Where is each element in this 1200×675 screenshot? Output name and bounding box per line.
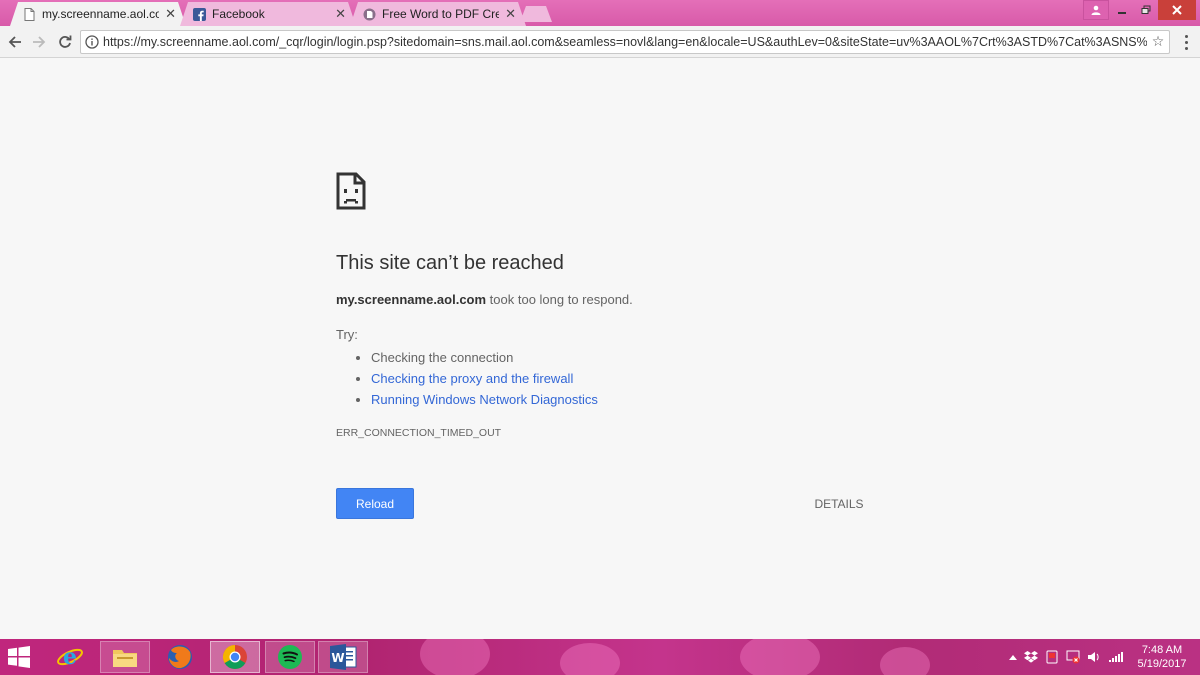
- address-text[interactable]: https://my.screenname.aol.com/_cqr/login…: [103, 35, 1147, 49]
- wallpaper-flower: [560, 643, 620, 675]
- taskbar-word[interactable]: W: [318, 641, 368, 673]
- taskbar-firefox[interactable]: [155, 641, 205, 673]
- tab-aol[interactable]: my.screenname.aol.com ✕: [10, 2, 186, 26]
- windows-taskbar: e W 7:48 AM 5/19/2017: [0, 639, 1200, 675]
- suggestion-text[interactable]: Checking the proxy and the firewall: [371, 368, 573, 389]
- error-heading: This site can’t be reached: [336, 252, 564, 274]
- info-icon[interactable]: [81, 31, 103, 53]
- error-message: my.screenname.aol.com took too long to r…: [336, 292, 633, 307]
- new-tab-button[interactable]: [520, 6, 552, 22]
- bullet: [356, 376, 360, 381]
- close-window-button[interactable]: [1158, 0, 1196, 20]
- taskbar-file-explorer[interactable]: [100, 641, 150, 673]
- tab-close-icon[interactable]: ✕: [335, 6, 346, 22]
- internet-explorer-icon: e: [57, 644, 83, 670]
- wallpaper-flower: [740, 639, 820, 675]
- reload-page-button[interactable]: Reload: [336, 488, 414, 519]
- tab-pdf-creator[interactable]: Free Word to PDF Creato ✕: [350, 2, 526, 26]
- bookmark-star-icon[interactable]: ☆: [1147, 34, 1169, 50]
- suggestion-list: Checking the connection Checking the pro…: [356, 347, 598, 410]
- tray-device[interactable]: [1043, 639, 1061, 675]
- pdf-icon: [362, 7, 376, 21]
- bullet: [356, 397, 360, 402]
- suggestion-link-diagnostics[interactable]: Running Windows Network Diagnostics: [356, 389, 598, 410]
- tab-title: Free Word to PDF Creato: [382, 7, 500, 21]
- chrome-menu-button[interactable]: [1176, 32, 1196, 52]
- suggestion-text: Checking the connection: [371, 350, 514, 365]
- reload-button[interactable]: [54, 30, 76, 54]
- arrow-right-icon: [33, 36, 46, 48]
- close-icon: [1172, 5, 1182, 15]
- back-button[interactable]: [4, 30, 26, 54]
- clock-date: 5/19/2017: [1137, 658, 1187, 670]
- details-button[interactable]: DETAILS: [806, 488, 872, 519]
- svg-text:W: W: [331, 651, 344, 665]
- dropbox-icon: [1024, 651, 1038, 663]
- reload-icon: [59, 35, 72, 48]
- forward-button[interactable]: [28, 30, 50, 54]
- suggestion-link-proxy[interactable]: Checking the proxy and the firewall: [356, 368, 598, 389]
- error-message-text: took too long to respond.: [486, 292, 633, 307]
- chevron-up-icon: [1009, 655, 1017, 660]
- clock-time: 7:48 AM: [1141, 644, 1183, 656]
- suggestion-item: Checking the connection: [356, 347, 598, 368]
- spotify-icon: [278, 645, 302, 669]
- user-profile-button[interactable]: [1083, 0, 1109, 20]
- try-label: Try:: [336, 327, 358, 342]
- taskbar-spotify[interactable]: [265, 641, 315, 673]
- tab-title: my.screenname.aol.com: [42, 7, 160, 21]
- taskbar-chrome[interactable]: [210, 641, 260, 673]
- suggestion-text[interactable]: Running Windows Network Diagnostics: [371, 389, 598, 410]
- restore-icon: [1141, 5, 1151, 14]
- restore-button[interactable]: [1134, 0, 1158, 20]
- minimize-button[interactable]: [1110, 0, 1134, 20]
- tab-facebook[interactable]: Facebook ✕: [180, 2, 356, 26]
- svg-text:e: e: [63, 644, 77, 670]
- show-hidden-icons-button[interactable]: [1006, 639, 1020, 675]
- firefox-icon: [168, 645, 192, 669]
- tab-close-icon[interactable]: ✕: [165, 6, 176, 22]
- tray-signal[interactable]: [1106, 639, 1128, 675]
- signal-bars-icon: [1109, 652, 1123, 662]
- title-bar: my.screenname.aol.com ✕ Facebook ✕ Free …: [0, 0, 1200, 26]
- tab-title: Facebook: [212, 7, 265, 21]
- error-code: ERR_CONNECTION_TIMED_OUT: [336, 427, 502, 439]
- file-explorer-icon: [113, 650, 137, 667]
- menu-dot: [1184, 34, 1188, 38]
- wallpaper-flower: [420, 639, 490, 675]
- windows-logo-icon: [8, 646, 30, 668]
- minimize-icon: [1118, 12, 1126, 14]
- tray-network-error[interactable]: [1064, 639, 1082, 675]
- system-clock[interactable]: 7:48 AM 5/19/2017: [1130, 643, 1194, 671]
- chrome-icon: [222, 645, 247, 670]
- menu-dot: [1184, 46, 1188, 50]
- tray-volume[interactable]: [1085, 639, 1103, 675]
- taskbar-internet-explorer[interactable]: e: [45, 641, 95, 673]
- error-host: my.screenname.aol.com: [336, 292, 487, 307]
- volume-icon: [1088, 652, 1099, 662]
- page-icon: [22, 7, 36, 21]
- network-warning-icon: [1066, 650, 1080, 664]
- browser-toolbar: https://my.screenname.aol.com/_cqr/login…: [0, 26, 1200, 58]
- address-bar[interactable]: https://my.screenname.aol.com/_cqr/login…: [80, 30, 1170, 54]
- word-icon: W: [330, 644, 357, 670]
- tab-close-icon[interactable]: ✕: [505, 6, 516, 22]
- menu-dot: [1184, 40, 1188, 44]
- sad-page-icon: [336, 172, 366, 210]
- bullet: [356, 355, 360, 360]
- user-icon: [1091, 5, 1101, 15]
- device-icon: [1046, 650, 1058, 664]
- start-button[interactable]: [6, 645, 32, 669]
- facebook-icon: [192, 7, 206, 21]
- wallpaper-flower: [880, 647, 930, 675]
- tray-dropbox[interactable]: [1022, 639, 1040, 675]
- arrow-left-icon: [8, 36, 21, 48]
